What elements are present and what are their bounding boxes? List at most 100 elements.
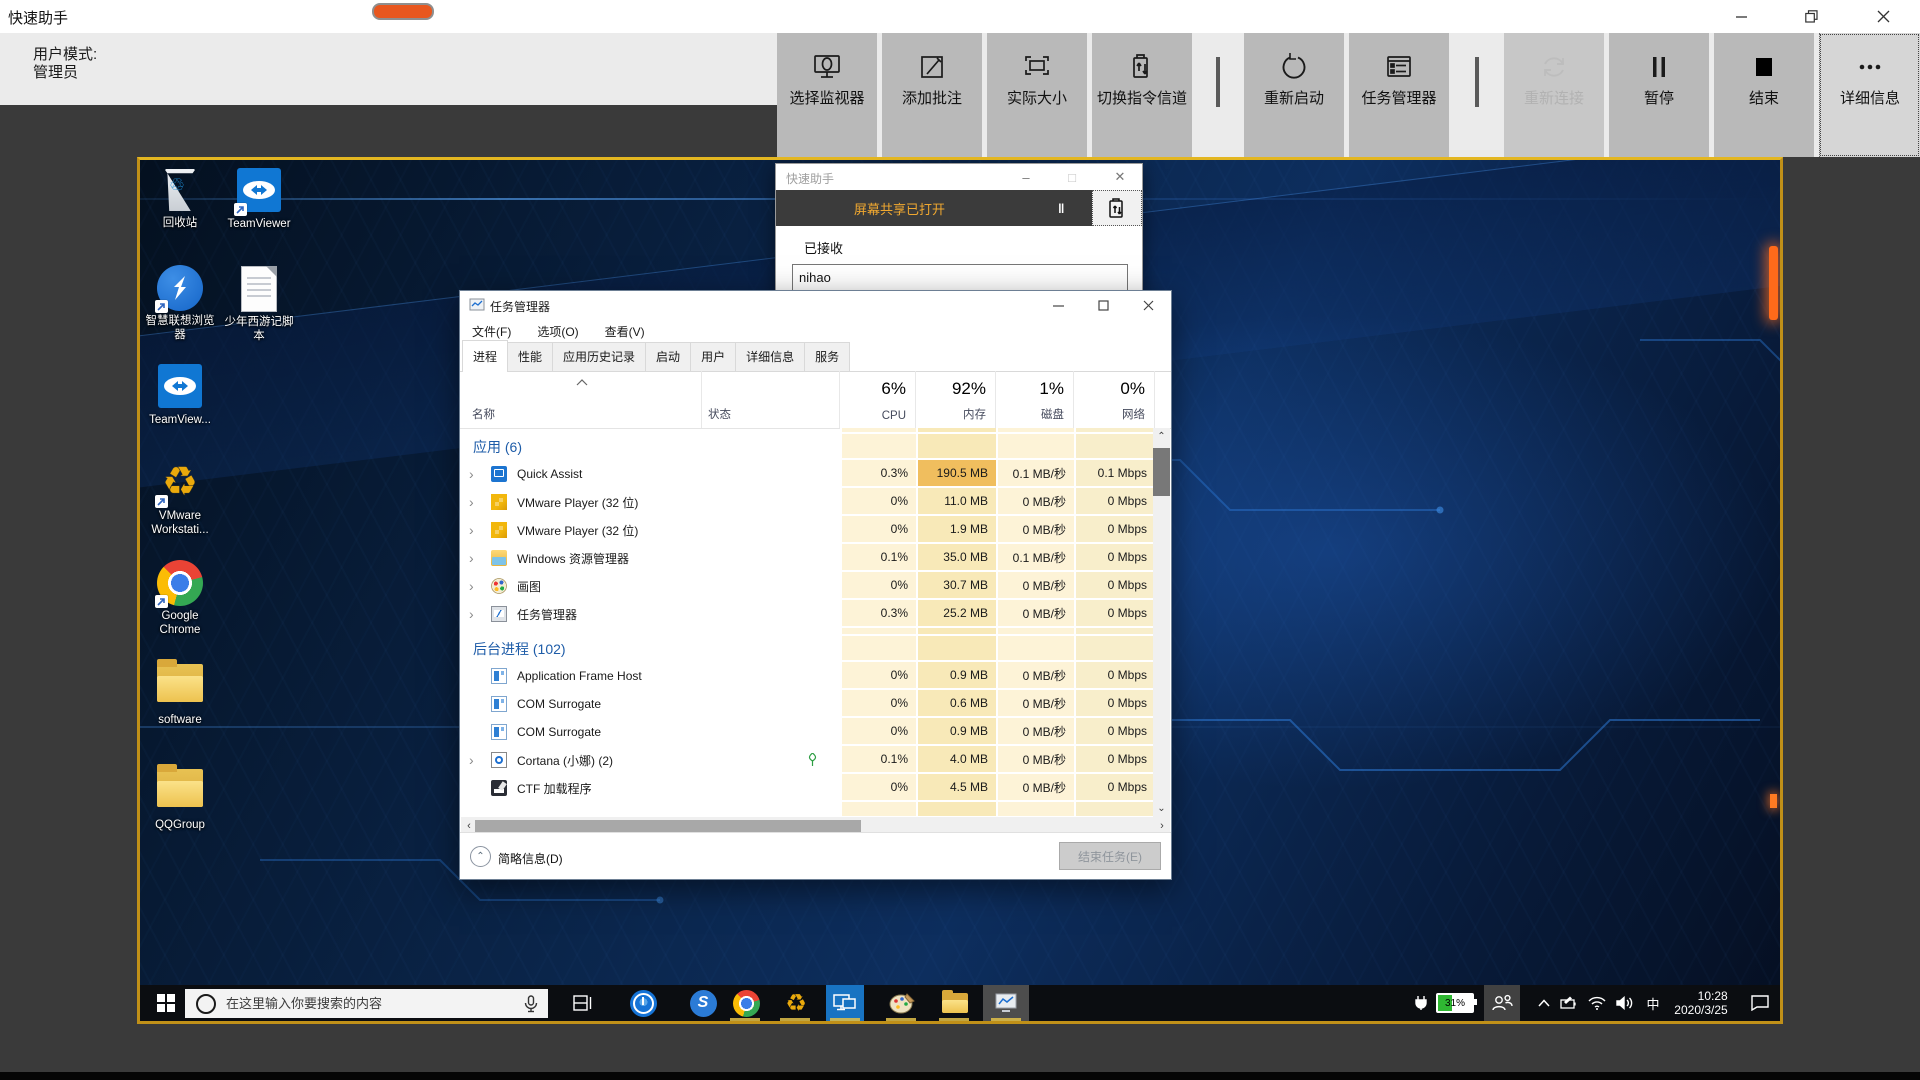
pen-battery-tray-icon[interactable] — [1556, 985, 1582, 1021]
taskbar-lenovo-browser[interactable]: S — [685, 985, 721, 1021]
search-input[interactable] — [224, 995, 524, 1012]
select-monitor-button[interactable]: 选择监视器 — [777, 33, 877, 157]
annotate-button[interactable]: 添加批注 — [882, 33, 982, 157]
taskbar-task-manager-active[interactable] — [983, 985, 1029, 1021]
actual-size-button[interactable]: 实际大小 — [987, 33, 1087, 157]
expander-icon[interactable]: › — [469, 579, 474, 593]
running-indicator — [730, 1018, 760, 1021]
monitor-select-icon — [811, 49, 843, 85]
details-button[interactable]: 详细信息 — [1819, 33, 1920, 157]
minimize-button[interactable] — [1036, 291, 1081, 319]
process-row[interactable]: Application Frame Host 0% 0.9 MB 0 MB/秒 … — [461, 662, 1155, 690]
volume-tray-icon[interactable] — [1612, 985, 1638, 1021]
desktop-icon-script-file[interactable]: 少年西游记脚 本 — [219, 265, 299, 343]
fewer-details-toggle[interactable]: 简略信息(D) — [498, 850, 563, 867]
process-row[interactable]: › VMware Player (32 位) 0% 1.9 MB 0 MB/秒 … — [461, 516, 1155, 544]
minimize-button[interactable] — [1718, 0, 1764, 33]
scroll-up-icon[interactable]: ⌃ — [1153, 428, 1170, 445]
tab-performance[interactable]: 性能 — [507, 342, 553, 371]
vertical-scrollbar[interactable]: ⌃ ⌄ — [1153, 428, 1170, 817]
microphone-icon[interactable] — [524, 995, 538, 1013]
desktop-icon-lenovo-browser[interactable]: 智慧联想浏览 器 — [140, 265, 220, 342]
close-button[interactable] — [1126, 291, 1171, 319]
wifi-tray-icon[interactable] — [1584, 985, 1610, 1021]
process-row[interactable]: › Quick Assist 0.3% 190.5 MB 0.1 MB/秒 0.… — [461, 460, 1155, 488]
battery-indicator[interactable]: 31% — [1432, 985, 1478, 1021]
fewer-details-icon[interactable]: ⌃ — [470, 846, 491, 867]
task-manager-button[interactable]: 任务管理器 — [1349, 33, 1449, 157]
start-button[interactable] — [148, 985, 184, 1021]
expander-icon[interactable]: › — [469, 523, 474, 537]
restore-button[interactable] — [1788, 0, 1834, 33]
taskbar-file-explorer[interactable] — [937, 985, 973, 1021]
desktop-icon-teamviewer2[interactable]: TeamView... — [140, 363, 220, 428]
user-mode-value: 管理员 — [33, 64, 97, 82]
taskbar-quick-assist-active[interactable] — [826, 985, 864, 1021]
minimize-button[interactable]: – — [1016, 168, 1036, 186]
menu-options[interactable]: 选项(O) — [537, 323, 578, 340]
tab-services[interactable]: 服务 — [804, 342, 850, 371]
restart-button[interactable]: 重新启动 — [1244, 33, 1344, 157]
expander-icon[interactable]: › — [469, 551, 474, 565]
process-row[interactable]: COM Surrogate 0% 0.6 MB 0 MB/秒 0 Mbps — [461, 690, 1155, 718]
expander-icon[interactable]: › — [469, 467, 474, 481]
desktop-icon-recycle-bin[interactable]: ♲ 回收站 — [140, 167, 220, 231]
button-label: 任务管理器 — [1361, 89, 1436, 108]
col-memory[interactable]: 92% 内存 — [915, 371, 995, 428]
col-cpu[interactable]: 6% CPU — [839, 371, 915, 428]
process-row[interactable]: › Windows 资源管理器 0.1% 35.0 MB 0.1 MB/秒 0 … — [461, 544, 1155, 572]
channel-toggle-button[interactable] — [1092, 190, 1142, 226]
process-row[interactable]: › VMware Player (32 位) 0% 11.0 MB 0 MB/秒… — [461, 488, 1155, 516]
taskbar-chrome[interactable] — [728, 985, 764, 1021]
expander-icon[interactable]: › — [469, 607, 474, 621]
scrollbar-thumb[interactable] — [1153, 448, 1170, 496]
maximize-button[interactable]: □ — [1062, 168, 1082, 186]
maximize-button[interactable] — [1081, 291, 1126, 319]
desktop-icon-qqgroup-folder[interactable]: QQGroup — [140, 765, 220, 833]
process-row[interactable]: › Cortana (小娜) (2) 0.1% 4.0 MB 0 MB/秒 0 … — [461, 746, 1155, 774]
tab-processes[interactable]: 进程 — [462, 340, 508, 371]
process-row[interactable]: COM Surrogate 0% 0.9 MB 0 MB/秒 0 Mbps — [461, 718, 1155, 746]
pause-button[interactable]: 暂停 — [1609, 33, 1709, 157]
col-disk[interactable]: 1% 磁盘 — [995, 371, 1073, 428]
quick-assist-session-tray-icon[interactable] — [1484, 985, 1520, 1021]
tab-app-history[interactable]: 应用历史记录 — [552, 342, 646, 371]
desktop-icon-vmware[interactable]: ♻ VMware Workstati... — [140, 460, 220, 537]
task-view-button[interactable] — [565, 985, 601, 1021]
toggle-channel-button[interactable]: 切换指令信道 — [1092, 33, 1192, 157]
tab-details[interactable]: 详细信息 — [735, 342, 805, 371]
group-heading-row[interactable]: 后台进程 (102) — [461, 636, 1155, 662]
clock-tray[interactable]: 10:28 2020/3/25 — [1668, 985, 1734, 1021]
ime-indicator[interactable]: 中 — [1640, 985, 1666, 1021]
chrome-icon — [733, 990, 760, 1017]
process-row[interactable]: › 任务管理器 0.3% 25.2 MB 0 MB/秒 0 Mbps — [461, 600, 1155, 628]
scroll-down-icon[interactable]: ⌄ — [1153, 800, 1170, 817]
col-network[interactable]: 0% 网络 — [1073, 371, 1154, 428]
process-row[interactable]: CTF 加载程序 0% 4.5 MB 0 MB/秒 0 Mbps — [461, 774, 1155, 802]
menu-view[interactable]: 查看(V) — [605, 323, 645, 340]
col-name[interactable]: 名称 — [472, 406, 495, 422]
taskbar-paint[interactable] — [884, 985, 920, 1021]
tab-users[interactable]: 用户 — [690, 342, 736, 371]
taskbar-vmware[interactable]: ♻ — [778, 985, 814, 1021]
process-row[interactable]: › 画图 0% 30.7 MB 0 MB/秒 0 Mbps — [461, 572, 1155, 600]
desktop-icon-software-folder[interactable]: software — [140, 660, 220, 728]
tab-startup[interactable]: 启动 — [645, 342, 691, 371]
end-button[interactable]: 结束 — [1714, 33, 1814, 157]
action-center-button[interactable] — [1744, 985, 1776, 1021]
pause-icon[interactable]: ‖ — [1058, 201, 1066, 216]
col-status[interactable]: 状态 — [708, 406, 731, 422]
scrollbar-thumb[interactable] — [475, 820, 861, 832]
group-heading-row[interactable]: 应用 (6) — [461, 434, 1155, 460]
taskbar-search[interactable] — [185, 989, 548, 1018]
desktop-icon-teamviewer[interactable]: TeamViewer — [219, 167, 299, 232]
expander-icon[interactable]: › — [469, 495, 474, 509]
close-button[interactable] — [1860, 0, 1906, 33]
expander-icon[interactable]: › — [469, 753, 474, 767]
menu-file[interactable]: 文件(F) — [472, 323, 511, 340]
received-message-box[interactable] — [792, 264, 1128, 291]
desktop-icon-chrome[interactable]: Google Chrome — [140, 560, 220, 637]
hidden-icons-chevron[interactable] — [1532, 985, 1556, 1021]
close-button[interactable]: ✕ — [1110, 168, 1130, 186]
taskbar-clock-app[interactable] — [625, 985, 661, 1021]
